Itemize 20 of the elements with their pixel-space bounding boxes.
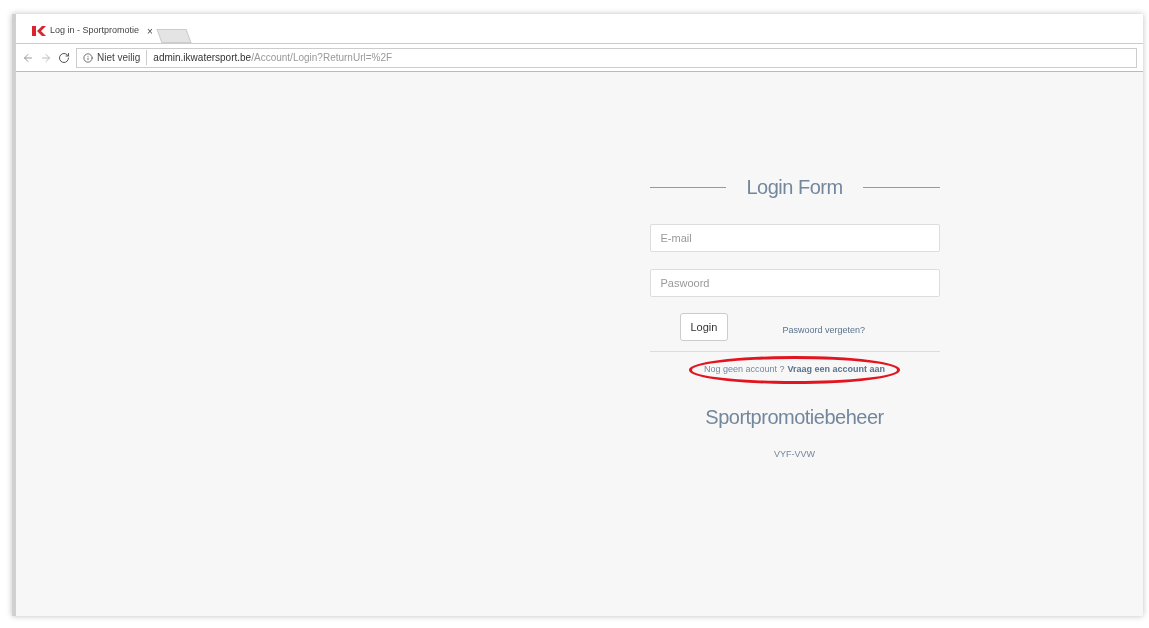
url-text: admin.ikwatersport.be/Account/Login?ReturnUrl=%2F — [152, 51, 393, 65]
back-icon[interactable] — [22, 51, 34, 64]
address-bar[interactable]: Niet veilig admin.ikwatersport.be/Account/Login?ReturnUrl=%2F — [76, 47, 1137, 68]
request-account-link[interactable]: Vraag een account aan — [787, 363, 886, 377]
new-tab-button[interactable] — [156, 29, 192, 43]
email-field[interactable]: E-mail — [649, 224, 940, 252]
tab-title: Log in - Sportpromotie — [50, 24, 140, 38]
logo-icon — [32, 26, 46, 36]
info-icon — [83, 52, 93, 63]
login-button[interactable]: Login — [679, 313, 729, 341]
form-title: Login Form — [746, 175, 843, 200]
password-field[interactable]: Paswoord — [649, 269, 940, 297]
reload-icon[interactable] — [58, 51, 70, 64]
no-account-text: Nog geen account ? — [703, 363, 785, 376]
footer-text: VYF-VVW — [774, 447, 815, 461]
forgot-password-link[interactable]: Paswoord vergeten? — [782, 324, 865, 338]
security-label: Niet veilig — [97, 50, 148, 65]
app-name: Sportpromotiebeheer — [705, 404, 884, 430]
tab-close[interactable]: × — [147, 23, 153, 39]
forward-icon[interactable] — [40, 51, 52, 64]
